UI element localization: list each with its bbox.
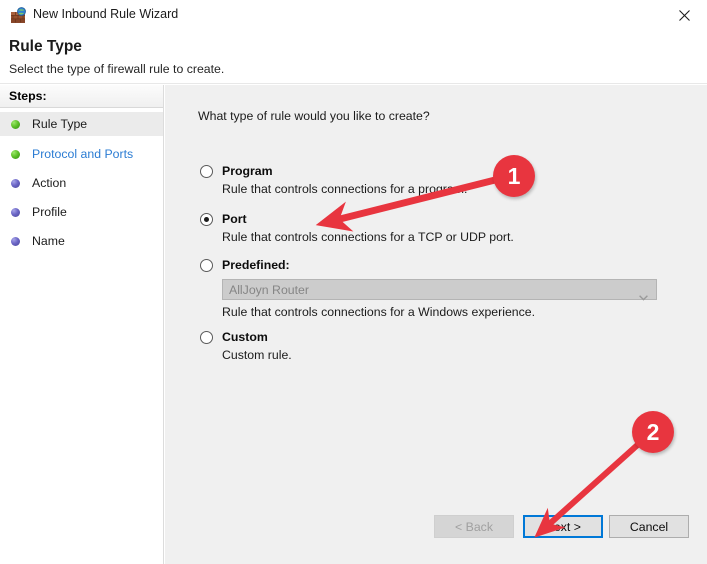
program-radio[interactable]: [200, 165, 213, 178]
step-bullet-icon: [11, 237, 20, 246]
wizard-header: Rule Type Select the type of firewall ru…: [0, 31, 707, 84]
step-bullet-icon: [11, 120, 20, 129]
predefined-combobox[interactable]: AllJoyn Router: [222, 279, 657, 300]
window-title: New Inbound Rule Wizard: [33, 7, 178, 21]
option-description: Custom rule.: [222, 348, 292, 362]
sidebar-item-action[interactable]: Action: [0, 171, 163, 195]
page-subtitle: Select the type of firewall rule to crea…: [9, 62, 224, 76]
sidebar-item-label: Profile: [32, 205, 67, 219]
step-bullet-icon: [11, 150, 20, 159]
back-button[interactable]: < Back: [434, 515, 514, 538]
option-description: Rule that controls connections for a pro…: [222, 182, 467, 196]
next-button[interactable]: Next >: [523, 515, 603, 538]
option-title: Custom: [222, 330, 268, 344]
sidebar-item-profile[interactable]: Profile: [0, 200, 163, 224]
option-title: Predefined:: [222, 258, 290, 272]
steps-sidebar: Steps: Rule Type Protocol and Ports Acti…: [0, 85, 164, 564]
predefined-radio[interactable]: [200, 259, 213, 272]
option-description: Rule that controls connections for a Win…: [222, 305, 535, 319]
steps-header-label: Steps:: [9, 89, 47, 103]
sidebar-item-label: Name: [32, 234, 65, 248]
predefined-combobox-value: AllJoyn Router: [229, 283, 309, 297]
custom-radio[interactable]: [200, 331, 213, 344]
titlebar: New Inbound Rule Wizard: [0, 0, 707, 31]
option-title: Port: [222, 212, 247, 226]
sidebar-item-label: Rule Type: [32, 117, 87, 131]
sidebar-item-label: Protocol and Ports: [32, 147, 133, 161]
radio-selected-dot: [204, 217, 209, 222]
port-radio[interactable]: [200, 213, 213, 226]
page-title: Rule Type: [9, 38, 82, 56]
option-title: Program: [222, 164, 273, 178]
close-icon[interactable]: [662, 0, 707, 31]
sidebar-item-name[interactable]: Name: [0, 229, 163, 253]
cancel-button[interactable]: Cancel: [609, 515, 689, 538]
sidebar-item-rule-type[interactable]: Rule Type: [0, 112, 163, 136]
step-bullet-icon: [11, 179, 20, 188]
steps-header: Steps:: [0, 85, 163, 108]
new-inbound-rule-wizard-window: New Inbound Rule Wizard Rule Type Select…: [0, 0, 707, 564]
sidebar-item-protocol-and-ports[interactable]: Protocol and Ports: [0, 142, 163, 166]
firewall-globe-icon: [10, 7, 27, 24]
main-content-panel: What type of rule would you like to crea…: [165, 85, 707, 564]
question-label: What type of rule would you like to crea…: [198, 109, 430, 123]
sidebar-item-label: Action: [32, 176, 66, 190]
step-bullet-icon: [11, 208, 20, 217]
chevron-down-icon: [639, 288, 648, 306]
option-description: Rule that controls connections for a TCP…: [222, 230, 514, 244]
